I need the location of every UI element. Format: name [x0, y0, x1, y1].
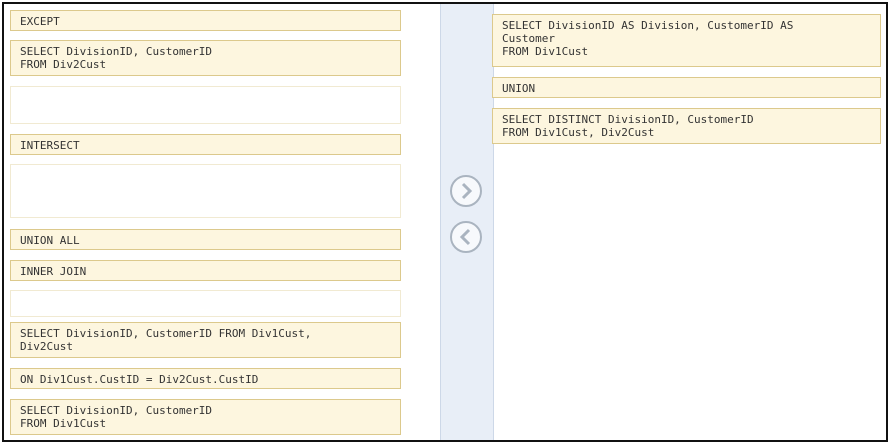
transfer-controls	[440, 4, 494, 440]
source-item-union-all[interactable]: UNION ALL	[10, 229, 401, 250]
answer-item-union[interactable]: UNION	[492, 77, 881, 98]
source-item-select-from-div1cust-div2cust[interactable]: SELECT DivisionID, CustomerID FROM Div1C…	[10, 322, 401, 358]
empty-slot	[10, 164, 401, 218]
source-item-inner-join[interactable]: INNER JOIN	[10, 260, 401, 281]
answer-area: SELECT DivisionID AS Division, CustomerI…	[492, 4, 886, 440]
empty-slot	[10, 86, 401, 124]
source-item-on-custid[interactable]: ON Div1Cust.CustID = Div2Cust.CustID	[10, 368, 401, 389]
empty-slot	[10, 290, 401, 317]
source-item-except[interactable]: EXCEPT	[10, 10, 401, 31]
move-left-button[interactable]	[449, 220, 483, 254]
answer-item-select-distinct[interactable]: SELECT DISTINCT DivisionID, CustomerID F…	[492, 108, 881, 144]
move-right-button[interactable]	[449, 174, 483, 208]
drag-drop-question-frame: EXCEPT SELECT DivisionID, CustomerID FRO…	[2, 2, 888, 442]
source-item-select-div2cust[interactable]: SELECT DivisionID, CustomerID FROM Div2C…	[10, 40, 401, 76]
answer-item-select-division-customer[interactable]: SELECT DivisionID AS Division, CustomerI…	[492, 14, 881, 67]
source-item-intersect[interactable]: INTERSECT	[10, 134, 401, 155]
source-list: EXCEPT SELECT DivisionID, CustomerID FRO…	[4, 4, 440, 440]
source-item-select-div1cust[interactable]: SELECT DivisionID, CustomerID FROM Div1C…	[10, 399, 401, 435]
